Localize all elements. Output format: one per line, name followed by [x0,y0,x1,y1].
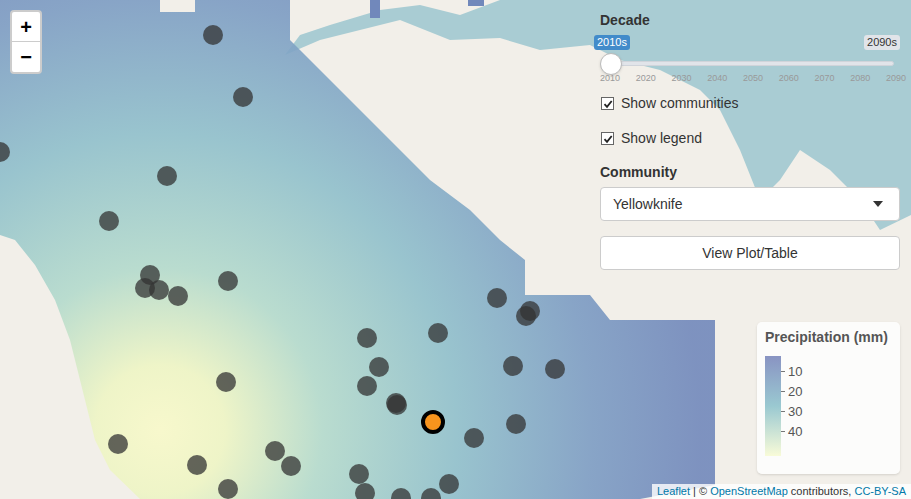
community-marker[interactable] [503,356,523,376]
community-label: Community [600,163,900,181]
community-marker[interactable] [387,395,407,415]
checkbox-row[interactable]: Show communities [600,93,900,114]
slider-tick: 2030 [670,73,694,83]
attribution-link[interactable]: Leaflet [657,485,690,497]
checkbox[interactable] [601,97,614,110]
slider-tick: 2060 [777,73,801,83]
attribution-text: | © [690,485,710,497]
zoom-out-button[interactable]: − [12,42,40,72]
legend-ticks: 10 20 30 40 [781,356,802,456]
community-marker[interactable] [391,488,411,499]
legend-tick: 10 [788,363,802,380]
community-marker[interactable] [487,288,507,308]
community-marker[interactable] [439,474,459,494]
community-marker[interactable] [545,359,565,379]
attribution: Leaflet | © OpenStreetMap contributors, … [652,484,911,499]
slider-track [610,61,894,66]
checkbox-group: Show communities Show legend [600,93,900,149]
slider-max: 2090s [864,35,900,50]
slider-tick: 2080 [848,73,872,83]
community-marker[interactable] [355,483,375,499]
legend-tick: 30 [788,403,802,420]
community-marker[interactable] [218,479,238,499]
community-marker[interactable] [218,271,238,291]
check-icon [603,134,613,144]
community-marker[interactable] [99,211,119,231]
community-marker[interactable] [464,428,484,448]
legend: Precipitation (mm) 10 20 30 40 [757,322,900,474]
attribution-link[interactable]: OpenStreetMap [710,485,788,497]
community-marker[interactable] [187,455,207,475]
zoom-control: + − [10,10,42,74]
community-marker[interactable] [265,441,285,461]
community-marker[interactable] [349,464,369,484]
slider-tick: 2050 [741,73,765,83]
slider-handle[interactable] [600,53,622,75]
community-marker[interactable] [157,166,177,186]
community-marker[interactable] [357,328,377,348]
decade-label: Decade [600,11,900,29]
view-plot-button[interactable]: View Plot/Table [600,236,900,270]
community-marker[interactable] [281,456,301,476]
slider-tick: 2090 [884,73,908,83]
decade-slider[interactable]: 2010s 2090s 2010202020302040205020602070… [600,29,900,91]
community-select[interactable]: Yellowknife [600,187,900,221]
caret-icon [873,201,883,207]
attribution-text: contributors, [788,485,855,497]
community-marker[interactable] [203,25,223,45]
slider-ticks: 2010 2020 2030 2040 2050 2060 2070 2080 2090 [598,73,908,83]
community-marker[interactable] [357,376,377,396]
checkbox-row[interactable]: Show legend [600,128,900,149]
community-value: Yellowknife [613,194,683,215]
community-marker[interactable] [0,142,10,162]
legend-tick: 20 [788,383,802,400]
control-panel: Decade 2010s 2090s 201020202030204020502… [600,11,900,270]
community-marker[interactable] [216,372,236,392]
map[interactable]: + − Decade 2010s 2090s 20102020203020402… [0,0,911,499]
checkbox[interactable] [601,132,614,145]
checkbox-label: Show communities [621,93,739,114]
slider-tick: 2010 [598,73,622,83]
community-marker[interactable] [506,414,526,434]
raster-edge [468,0,484,6]
community-marker[interactable] [108,434,128,454]
community-marker[interactable] [428,323,448,343]
zoom-in-button[interactable]: + [12,12,40,42]
community-marker[interactable] [149,280,169,300]
community-marker[interactable] [369,357,389,377]
check-icon [603,99,613,109]
slider-value: 2010s [594,35,630,50]
legend-colorbar [765,356,781,456]
attribution-link[interactable]: CC-BY-SA [854,485,906,497]
legend-tick: 40 [788,423,802,440]
community-marker[interactable] [516,306,536,326]
community-marker[interactable] [421,488,441,499]
slider-tick: 2040 [705,73,729,83]
slider-tick: 2020 [634,73,658,83]
community-marker[interactable] [168,286,188,306]
community-marker[interactable] [423,412,443,432]
raster-edge [370,0,380,18]
checkbox-label: Show legend [621,128,702,149]
slider-tick: 2070 [813,73,837,83]
legend-title: Precipitation (mm) [765,328,892,346]
community-marker[interactable] [233,87,253,107]
